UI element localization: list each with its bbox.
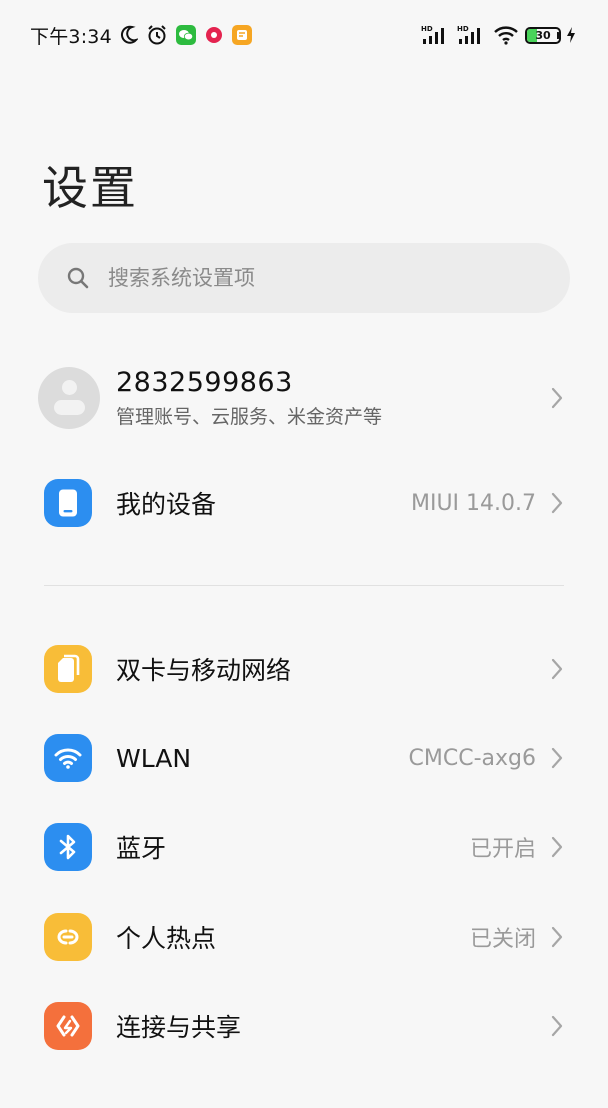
battery-level: 30 xyxy=(535,28,551,42)
settings-screen: 下午3:34 HD HD 30 设置 搜索系统设置项 2832599863 管理… xyxy=(0,0,608,1108)
chevron-right-icon xyxy=(550,386,564,410)
bluetooth-row[interactable]: 蓝牙 已开启 xyxy=(0,816,608,878)
svg-text:HD: HD xyxy=(421,25,433,33)
status-right-icons: HD HD 30 xyxy=(421,24,576,46)
hd-signal-1-icon: HD xyxy=(421,24,451,46)
wlan-label: WLAN xyxy=(116,743,192,773)
page-title: 设置 xyxy=(42,161,138,215)
chevron-right-icon xyxy=(550,657,564,681)
dual-sim-row[interactable]: 双卡与移动网络 xyxy=(0,638,608,700)
bluetooth-label: 蓝牙 xyxy=(116,834,167,863)
search-bar[interactable] xyxy=(38,243,570,313)
app-yellow-icon xyxy=(232,25,252,45)
chevron-right-icon xyxy=(550,746,564,770)
avatar-body xyxy=(54,400,85,415)
connect-share-label: 连接与共享 xyxy=(116,1013,242,1042)
alarm-icon xyxy=(146,24,168,46)
section-divider xyxy=(44,585,564,586)
dual-sim-label: 双卡与移动网络 xyxy=(116,656,292,685)
wechat-icon xyxy=(176,25,196,45)
bluetooth-value: 已开启 xyxy=(469,837,536,862)
wifi-icon xyxy=(493,25,519,45)
hotspot-label: 个人热点 xyxy=(116,924,217,953)
search-icon xyxy=(66,266,90,290)
account-id: 2832599863 xyxy=(116,367,293,398)
chevron-right-icon xyxy=(550,1014,564,1038)
wifi-icon xyxy=(44,734,92,782)
chevron-right-icon xyxy=(550,835,564,859)
hotspot-value: 已关闭 xyxy=(469,927,536,952)
app-red-icon xyxy=(204,25,224,45)
account-text: 2832599863 管理账号、云服务、米金资产等 xyxy=(116,367,550,429)
connect-share-icon xyxy=(44,1002,92,1050)
my-device-label: 我的设备 xyxy=(116,490,217,519)
wlan-value: CMCC-axg6 xyxy=(408,745,536,771)
my-device-value: MIUI 14.0.7 xyxy=(410,490,536,516)
charging-icon xyxy=(566,26,576,44)
connect-share-row[interactable]: 连接与共享 xyxy=(0,995,608,1057)
moon-icon xyxy=(120,25,138,45)
svg-text:HD: HD xyxy=(457,25,469,33)
account-subtitle: 管理账号、云服务、米金资产等 xyxy=(116,406,383,428)
hd-signal-2-icon: HD xyxy=(457,24,487,46)
bluetooth-icon xyxy=(44,823,92,871)
battery-icon: 30 xyxy=(525,26,561,44)
wlan-row[interactable]: WLAN CMCC-axg6 xyxy=(0,727,608,789)
avatar xyxy=(38,367,100,429)
status-bar: 下午3:34 HD HD 30 xyxy=(0,0,608,72)
search-input[interactable] xyxy=(106,265,530,291)
account-row[interactable]: 2832599863 管理账号、云服务、米金资产等 xyxy=(0,358,608,438)
hotspot-row[interactable]: 个人热点 已关闭 xyxy=(0,906,608,968)
chevron-right-icon xyxy=(550,925,564,949)
phone-icon xyxy=(44,479,92,527)
status-time: 下午3:34 xyxy=(30,26,112,48)
status-left-icons xyxy=(120,24,252,46)
sim-card-icon xyxy=(44,645,92,693)
chevron-right-icon xyxy=(550,491,564,515)
avatar-head xyxy=(62,380,77,395)
battery-body: 30 xyxy=(525,26,561,44)
my-device-row[interactable]: 我的设备 MIUI 14.0.7 xyxy=(0,472,608,534)
hotspot-icon xyxy=(44,913,92,961)
